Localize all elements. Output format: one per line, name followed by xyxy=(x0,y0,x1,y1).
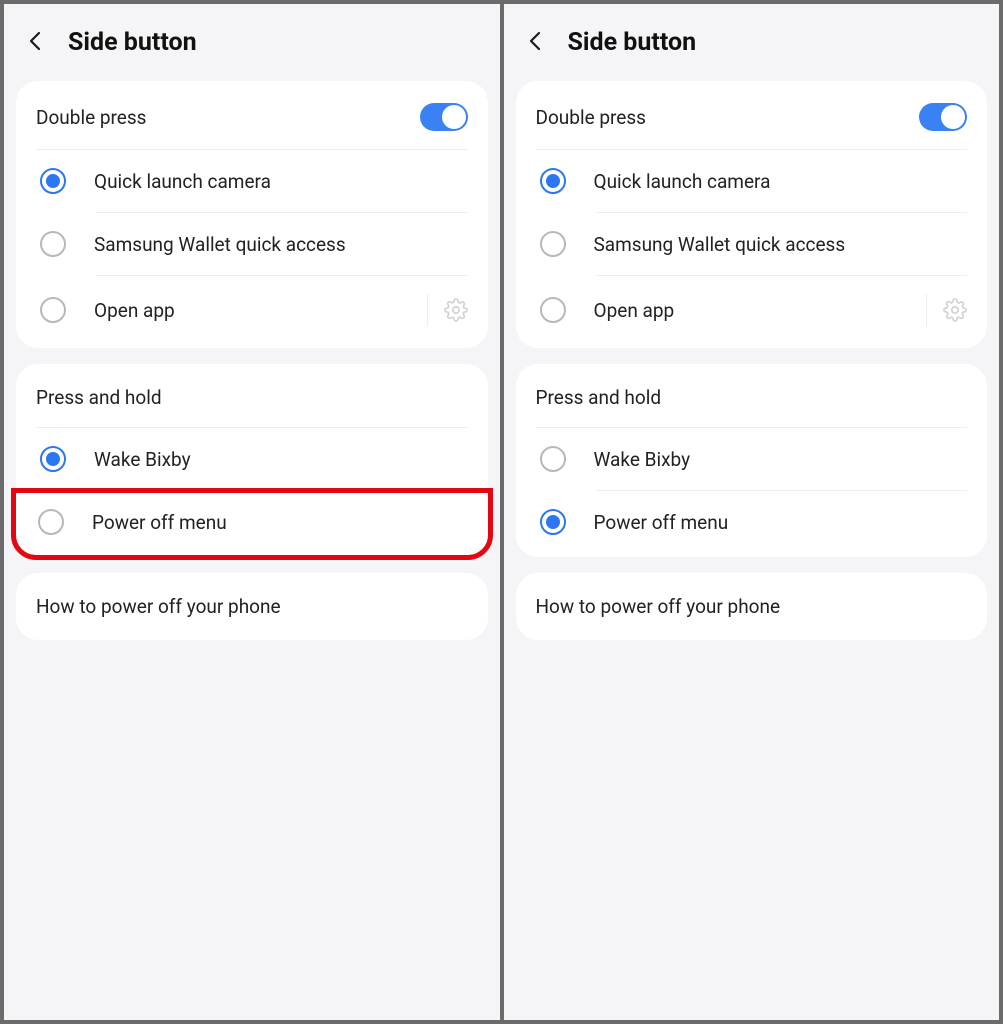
option-label: Quick launch camera xyxy=(94,170,468,193)
radio-icon xyxy=(40,297,66,323)
double-press-toggle[interactable] xyxy=(420,103,468,131)
option-power-off-menu[interactable]: Power off menu xyxy=(516,491,988,553)
double-press-toggle[interactable] xyxy=(919,103,967,131)
back-icon[interactable] xyxy=(24,29,48,57)
press-hold-label: Press and hold xyxy=(36,386,468,409)
radio-icon xyxy=(540,168,566,194)
header: Side button xyxy=(4,4,500,81)
radio-icon xyxy=(40,231,66,257)
option-label: Samsung Wallet quick access xyxy=(94,233,468,256)
option-wake-bixby[interactable]: Wake Bixby xyxy=(516,428,988,490)
option-quick-launch-camera[interactable]: Quick launch camera xyxy=(16,150,488,212)
page-title: Side button xyxy=(568,28,697,57)
radio-icon xyxy=(540,509,566,535)
radio-icon xyxy=(38,509,64,535)
radio-icon xyxy=(540,231,566,257)
press-hold-card: Press and hold Wake Bixby Power off menu xyxy=(16,364,488,557)
option-power-off-menu[interactable]: Power off menu xyxy=(14,491,490,557)
option-label: Open app xyxy=(594,299,927,322)
option-label: Power off menu xyxy=(594,511,968,534)
option-quick-launch-camera[interactable]: Quick launch camera xyxy=(516,150,988,212)
how-to-power-off-card[interactable]: How to power off your phone xyxy=(16,573,488,640)
how-to-power-off-card[interactable]: How to power off your phone xyxy=(516,573,988,640)
how-to-power-off-label: How to power off your phone xyxy=(36,595,468,618)
option-label: Wake Bixby xyxy=(94,448,468,471)
option-label: Power off menu xyxy=(92,511,470,534)
option-label: Wake Bixby xyxy=(594,448,968,471)
double-press-label: Double press xyxy=(536,106,920,129)
double-press-header: Double press xyxy=(36,85,468,150)
settings-pane-right: Side button Double press Quick launch ca… xyxy=(504,4,1000,1020)
option-samsung-wallet[interactable]: Samsung Wallet quick access xyxy=(516,213,988,275)
how-to-power-off-label: How to power off your phone xyxy=(536,595,968,618)
option-label: Quick launch camera xyxy=(594,170,968,193)
option-open-app[interactable]: Open app xyxy=(516,276,988,344)
double-press-header: Double press xyxy=(536,85,968,150)
gear-icon[interactable] xyxy=(926,294,967,326)
press-hold-header: Press and hold xyxy=(36,368,468,428)
option-label: Open app xyxy=(94,299,427,322)
double-press-card: Double press Quick launch camera Samsung… xyxy=(16,81,488,348)
option-label: Samsung Wallet quick access xyxy=(594,233,968,256)
radio-icon xyxy=(40,446,66,472)
page-title: Side button xyxy=(68,28,197,57)
double-press-card: Double press Quick launch camera Samsung… xyxy=(516,81,988,348)
press-hold-header: Press and hold xyxy=(536,368,968,428)
settings-pane-left: Side button Double press Quick launch ca… xyxy=(4,4,500,1020)
option-samsung-wallet[interactable]: Samsung Wallet quick access xyxy=(16,213,488,275)
press-hold-label: Press and hold xyxy=(536,386,968,409)
back-icon[interactable] xyxy=(524,29,548,57)
radio-icon xyxy=(540,297,566,323)
option-wake-bixby[interactable]: Wake Bixby xyxy=(16,428,488,490)
double-press-label: Double press xyxy=(36,106,420,129)
option-open-app[interactable]: Open app xyxy=(16,276,488,344)
radio-icon xyxy=(540,446,566,472)
gear-icon[interactable] xyxy=(427,294,468,326)
header: Side button xyxy=(504,4,1000,81)
radio-icon xyxy=(40,168,66,194)
press-hold-card: Press and hold Wake Bixby Power off menu xyxy=(516,364,988,557)
